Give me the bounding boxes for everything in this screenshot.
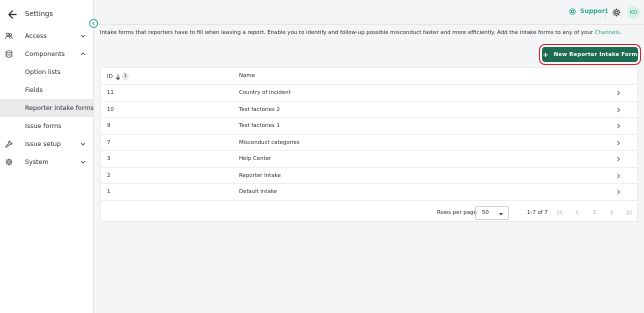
rows-per-page-value: 50 bbox=[482, 210, 489, 216]
sidebar-item-label: System bbox=[25, 158, 49, 166]
back-to-settings[interactable]: Settings bbox=[8, 7, 53, 21]
sidebar-item-issue-forms[interactable]: Issue forms bbox=[0, 117, 94, 135]
table-row[interactable]: 1 Default intake bbox=[101, 184, 637, 201]
sidebar-item-label: Fields bbox=[25, 86, 43, 94]
sidebar-item-issue-setup[interactable]: Issue setup bbox=[0, 135, 94, 153]
cell-id: 11 bbox=[107, 90, 114, 96]
database-icon bbox=[5, 50, 13, 58]
arrow-left-icon bbox=[8, 9, 17, 19]
last-page-button[interactable] bbox=[625, 209, 632, 216]
table-header: ID 1 Name bbox=[101, 68, 637, 85]
sidebar-item-label: Reporter intake forms bbox=[25, 104, 94, 112]
first-page-icon bbox=[557, 209, 563, 216]
support-link[interactable]: Support bbox=[569, 8, 608, 15]
current-page: 1 bbox=[593, 210, 597, 216]
cell-name: Default intake bbox=[239, 189, 277, 195]
rows-per-page-select[interactable]: 50 bbox=[475, 206, 509, 220]
table-row[interactable]: 11 Country of incident bbox=[101, 85, 637, 102]
plus-icon: + bbox=[542, 50, 549, 59]
table-row[interactable]: 3 Help Center bbox=[101, 151, 637, 168]
sidebar-item-components[interactable]: Components bbox=[0, 45, 94, 63]
intake-forms-table: ID 1 Name 11 Country of incident 10 Test… bbox=[100, 67, 638, 222]
chevron-right-icon bbox=[617, 156, 621, 162]
topbar-divider bbox=[605, 7, 606, 18]
description-end: . bbox=[619, 30, 622, 36]
channels-link[interactable]: Channels bbox=[595, 30, 620, 36]
sidebar-item-reporter-intake-forms[interactable]: Reporter intake forms bbox=[0, 99, 94, 117]
table-row[interactable]: 10 Test factories 2 bbox=[101, 102, 637, 118]
chevron-right-icon bbox=[617, 123, 621, 129]
column-id-label: ID bbox=[107, 73, 113, 80]
cell-name: Reporter Intake bbox=[239, 172, 281, 179]
column-header-name[interactable]: Name bbox=[239, 73, 255, 79]
back-label: Settings bbox=[25, 10, 53, 18]
topbar-divider-line bbox=[94, 24, 644, 25]
chevron-right-icon bbox=[617, 173, 621, 178]
chevron-down-icon bbox=[80, 160, 86, 164]
chevron-right-icon bbox=[617, 189, 621, 195]
cell-name: Test factories 2 bbox=[239, 106, 280, 113]
pagination: Rows per page 50 1-7 of 7 1 bbox=[101, 204, 637, 222]
sidebar-item-label: Issue setup bbox=[25, 140, 61, 148]
chevron-up-icon bbox=[80, 52, 86, 56]
table-row[interactable]: 2 Reporter Intake bbox=[101, 168, 637, 184]
sidebar-item-label: Access bbox=[25, 32, 47, 40]
cell-name: Misconduct categories bbox=[239, 139, 300, 146]
sidebar-item-label: Issue forms bbox=[25, 122, 62, 130]
pagination-range: 1-7 of 7 bbox=[527, 210, 548, 216]
settings-gear-icon[interactable] bbox=[612, 8, 621, 17]
new-reporter-intake-form-button[interactable]: + New Reporter Intake Form bbox=[542, 47, 638, 62]
chevron-right-icon bbox=[617, 107, 621, 112]
page-description: Intake forms that reporters have to fill… bbox=[100, 30, 621, 36]
previous-page-button[interactable] bbox=[574, 209, 581, 216]
sidebar-item-option-lists[interactable]: Option lists bbox=[0, 63, 94, 81]
table-row[interactable]: 7 Misconduct categories bbox=[101, 135, 637, 151]
cell-id: 10 bbox=[107, 106, 114, 113]
new-button-label: New Reporter Intake Form bbox=[553, 51, 638, 58]
first-page-button[interactable] bbox=[557, 209, 564, 216]
help-circle-icon bbox=[569, 8, 576, 15]
chevron-right-icon bbox=[610, 209, 614, 216]
collapse-sidebar-button[interactable] bbox=[89, 19, 98, 28]
cell-id: 2 bbox=[107, 172, 111, 179]
sidebar-item-fields[interactable]: Fields bbox=[0, 81, 94, 99]
chevron-right-icon bbox=[617, 140, 621, 145]
sort-order-badge: 1 bbox=[121, 73, 129, 80]
cell-name: Test factories 1 bbox=[239, 123, 280, 129]
description-text: Intake forms that reporters have to fill… bbox=[100, 30, 595, 36]
sidebar-item-label: Components bbox=[25, 50, 65, 58]
chevron-down-icon bbox=[80, 34, 86, 38]
avatar[interactable]: KD bbox=[627, 6, 640, 19]
cell-id: 3 bbox=[107, 156, 111, 162]
sidebar: Settings Access Components Option lists … bbox=[0, 0, 94, 313]
chevron-down-icon bbox=[80, 142, 86, 146]
wrench-icon bbox=[5, 140, 13, 148]
cell-name: Country of incident bbox=[239, 90, 291, 96]
cell-id: 7 bbox=[107, 139, 111, 146]
sidebar-item-label: Option lists bbox=[25, 68, 61, 76]
arrow-down-icon bbox=[115, 74, 121, 80]
column-header-id[interactable]: ID 1 bbox=[107, 73, 129, 80]
next-page-button[interactable] bbox=[608, 209, 615, 216]
table-row[interactable]: 9 Test factories 1 bbox=[101, 118, 637, 135]
cell-name: Help Center bbox=[239, 156, 272, 162]
last-page-icon bbox=[626, 209, 632, 216]
support-label: Support bbox=[580, 8, 608, 15]
people-icon bbox=[5, 32, 13, 40]
caret-down-icon bbox=[499, 213, 503, 216]
chevron-left-icon bbox=[575, 209, 579, 216]
sidebar-item-access[interactable]: Access bbox=[0, 27, 94, 45]
chevron-right-icon bbox=[617, 90, 621, 96]
cell-id: 9 bbox=[107, 123, 111, 129]
chevron-left-icon bbox=[92, 21, 95, 26]
cell-id: 1 bbox=[107, 189, 111, 195]
sidebar-item-system[interactable]: System bbox=[0, 153, 94, 171]
gear-icon bbox=[5, 158, 13, 166]
rows-per-page-label: Rows per page bbox=[437, 210, 477, 216]
